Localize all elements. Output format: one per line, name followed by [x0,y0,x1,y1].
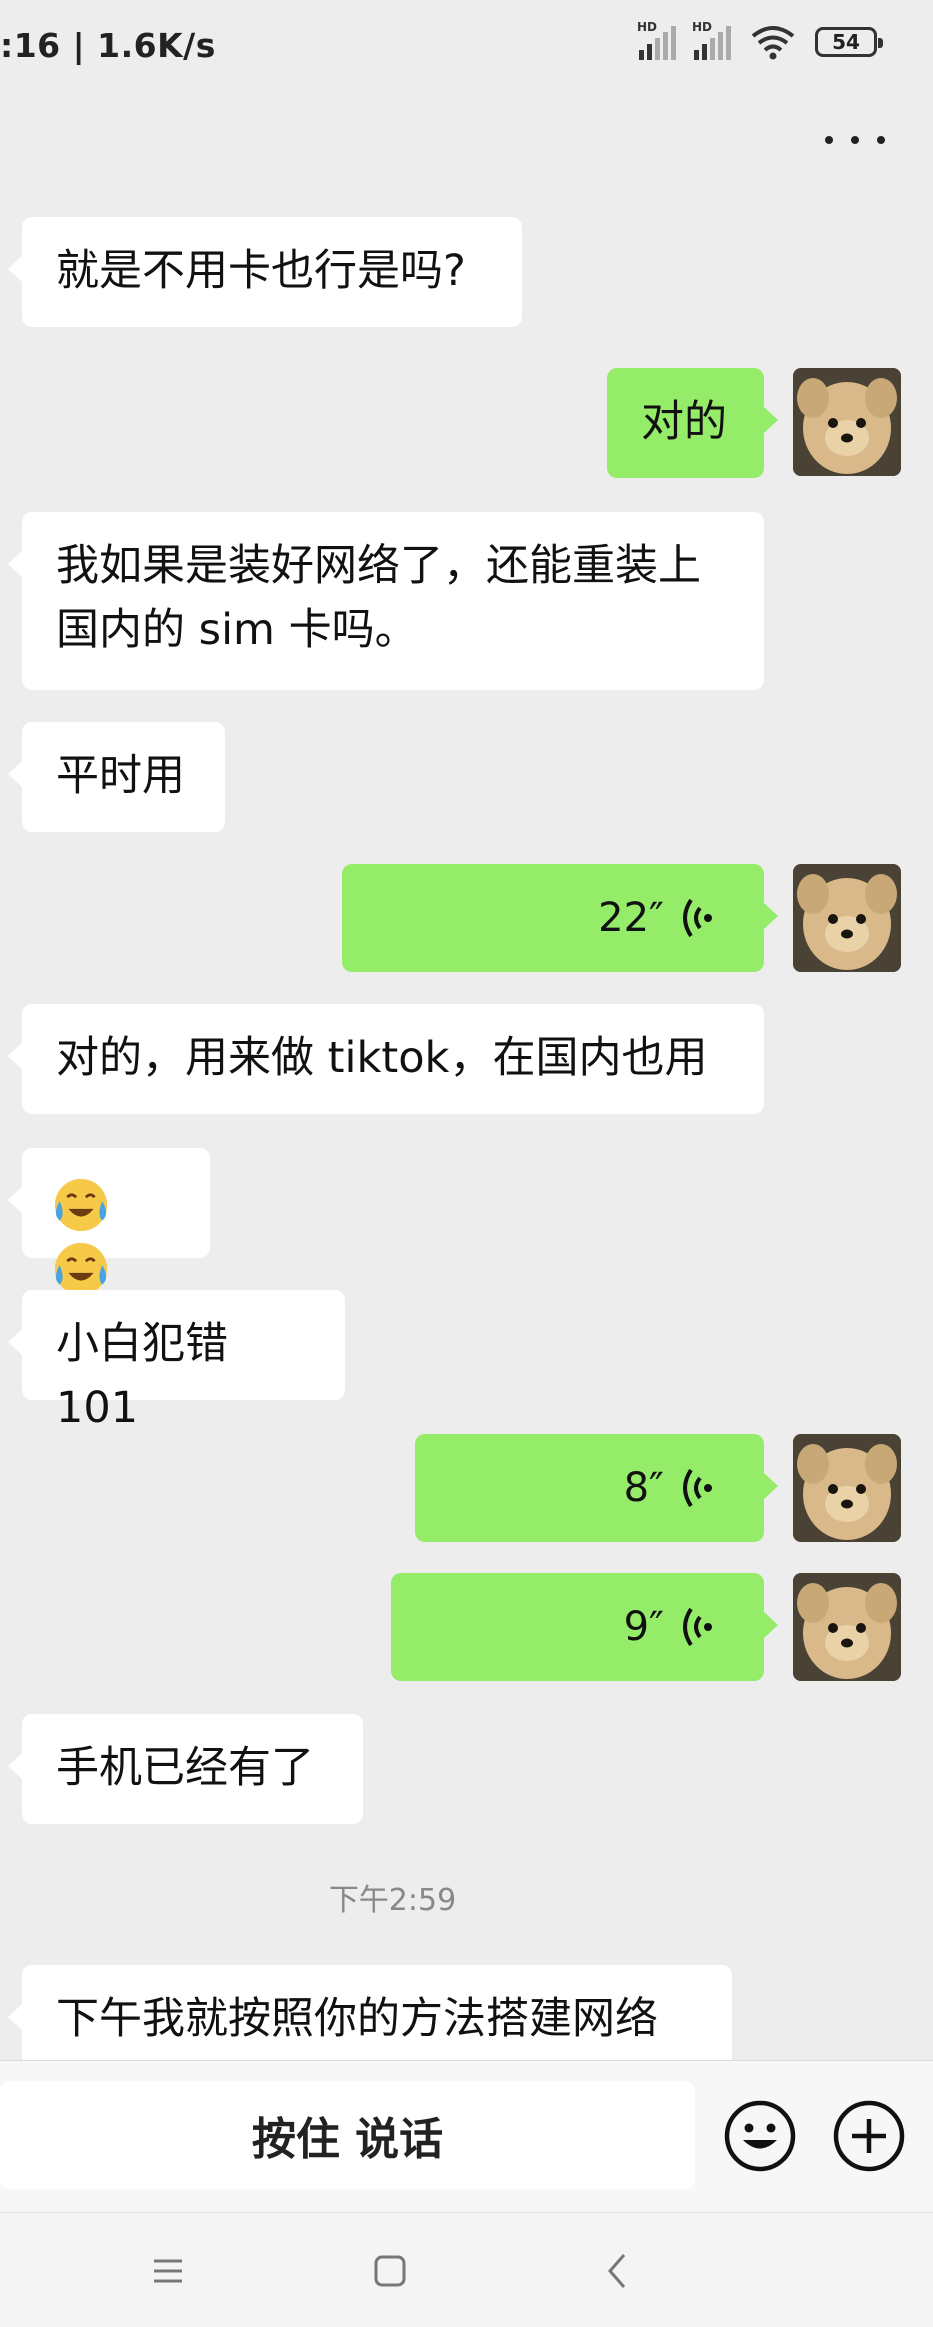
dog-avatar-image [793,368,901,476]
message-bubble-incoming[interactable]: 我如果是装好网络了，还能重装上 国内的 sim 卡吗。 [8,512,764,690]
chat-message-list[interactable]: 就是不用卡也行是吗? 对的 我如果是装好网络了，还能重装上 国内的 sim 卡吗… [0,210,933,2060]
menu-icon[interactable] [146,2249,190,2293]
message-bubble-outgoing[interactable]: 对的 [607,368,778,478]
back-icon[interactable] [596,2249,640,2293]
voice-message-outgoing[interactable]: 9″ [391,1573,778,1681]
more-dot-icon [825,136,833,144]
voice-message-outgoing[interactable]: 22″ [342,864,778,972]
message-text: 就是不用卡也行是吗? [56,246,466,296]
avatar[interactable] [793,1573,901,1681]
hold-to-talk-button[interactable]: 按住 说话 [0,2081,695,2189]
status-icons: HD HD 54 [637,20,883,60]
signal-icon-sim1: HD [637,20,676,60]
message-text: 小白犯错 101 [56,1319,228,1433]
message-text: 对的 [641,397,727,447]
message-text: 下午我就按照你的方法搭建网络 [56,1994,658,2044]
chat-input-bar: 按住 说话 [0,2060,933,2213]
avatar[interactable] [793,1434,901,1542]
message-text-line: 国内的 sim 卡吗。 [56,605,418,655]
system-navigation-bar [0,2212,933,2327]
dog-avatar-image [793,864,901,972]
face-tears-icon [54,1242,108,1295]
message-text: 手机已经有了 [56,1743,314,1793]
face-tears-icon [54,1178,108,1231]
wifi-icon [751,26,795,60]
more-options-button[interactable] [825,125,885,155]
home-icon[interactable] [368,2249,412,2293]
voice-duration: 8″ [623,1465,664,1511]
hd-label-sim2: HD [692,20,713,34]
avatar[interactable] [793,368,901,476]
message-bubble-incoming[interactable]: 对的，用来做 tiktok，在国内也用 [8,1004,764,1114]
message-bubble-incoming[interactable]: 手机已经有了 [8,1714,363,1824]
message-bubble-incoming[interactable]: 下午我就按照你的方法搭建网络 [8,1965,732,2060]
add-more-button[interactable] [832,2099,906,2173]
battery-level: 54 [832,30,860,54]
status-time: :16 | 1.6K/s [0,26,216,65]
message-bubble-incoming[interactable]: 小白犯错 101 [8,1290,345,1433]
dog-avatar-image [793,1573,901,1681]
battery-icon: 54 [815,27,883,57]
voice-wave-icon [683,1468,712,1508]
message-text: 平时用 [56,751,185,801]
message-timestamp: 下午2:59 [328,1883,457,1918]
avatar[interactable] [793,864,901,972]
voice-duration: 22″ [598,895,664,941]
voice-wave-icon [683,898,712,938]
message-bubble-incoming[interactable] [8,1148,210,1295]
voice-duration: 9″ [623,1604,664,1650]
emoji-button[interactable] [723,2099,797,2173]
voice-wave-icon [683,1607,712,1647]
voice-message-outgoing[interactable]: 8″ [415,1434,778,1542]
dog-avatar-image [793,1434,901,1542]
signal-icon-sim2: HD [692,20,731,60]
message-text: 对的，用来做 tiktok，在国内也用 [56,1033,708,1083]
hd-label-sim1: HD [637,20,658,34]
message-bubble-incoming[interactable]: 平时用 [8,722,225,832]
message-text-line: 我如果是装好网络了，还能重装上 [56,541,701,591]
status-bar: :16 | 1.6K/s HD HD 54 [0,0,933,100]
message-bubble-incoming[interactable]: 就是不用卡也行是吗? [8,217,522,327]
